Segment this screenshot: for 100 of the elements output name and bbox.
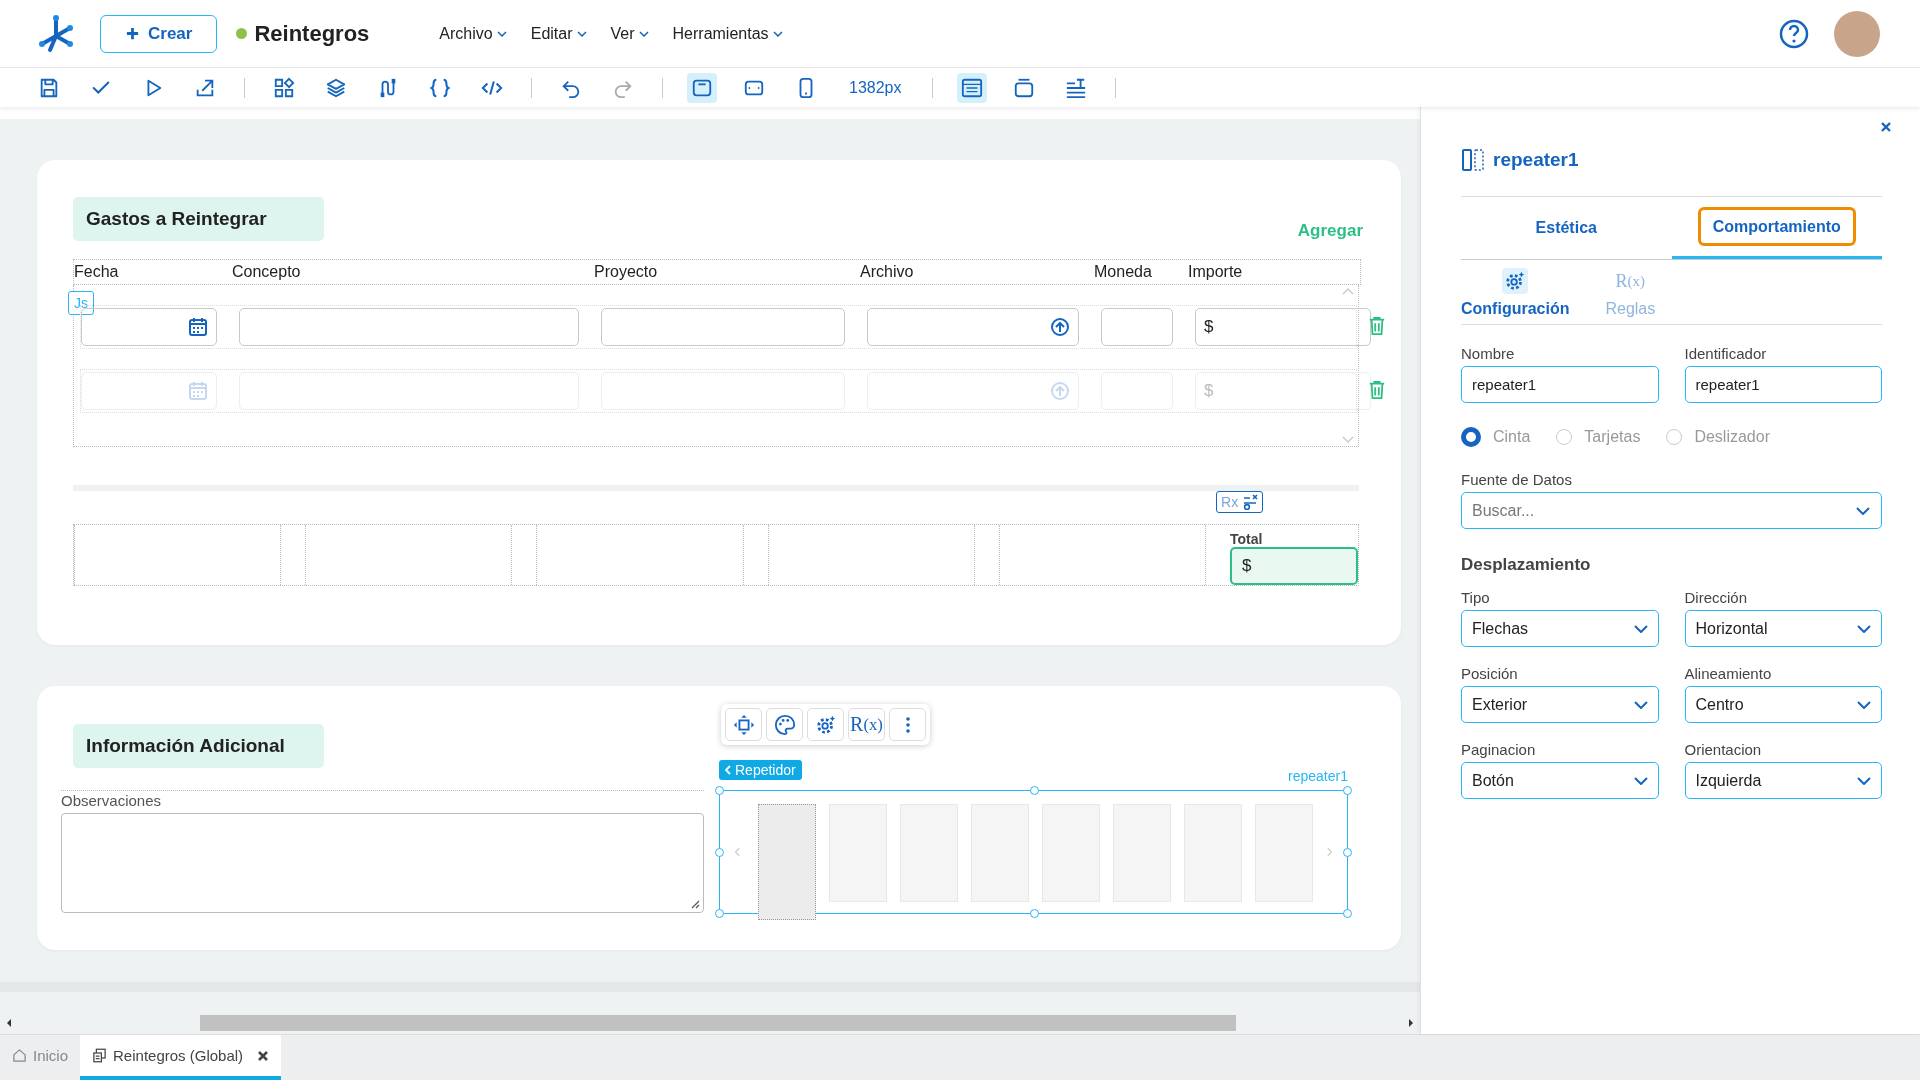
gear-icon [1502,268,1529,294]
help-icon[interactable] [1778,17,1810,50]
repeater-icon [1461,148,1485,172]
field-label: Dirección [1684,589,1749,606]
chevron-down-icon [772,30,783,37]
create-button[interactable]: Crear [100,14,218,53]
plus-icon [125,26,140,41]
move-arrows-icon [732,713,755,736]
field-label: Posición [1461,665,1519,682]
dropdown[interactable]: Flechas [1461,610,1659,647]
toolbar-button[interactable] [956,72,987,103]
column-header: Archivo [860,263,915,281]
scroll-right-icon[interactable] [1408,1018,1414,1028]
layers-icon [325,76,347,99]
chevron-left-icon[interactable] [734,846,740,858]
toolbar-button[interactable] [687,72,717,103]
tab[interactable]: Estética [1461,197,1672,259]
resize-handle[interactable] [715,909,724,918]
document-tab[interactable]: Reintegros (Global) [80,1035,282,1080]
document-tab[interactable]: Inicio [0,1035,81,1080]
menu-item[interactable]: Editar [530,24,587,43]
chevron-down-icon [638,30,649,37]
field-label: Orientacion [1684,741,1763,758]
dropdown[interactable]: Izquierda [1684,762,1882,799]
dropdown[interactable]: Centro [1684,686,1882,723]
chevron-down-icon [1633,624,1648,633]
toolbar-button[interactable] [889,708,926,741]
window-icon [1012,76,1035,99]
dropdown[interactable]: Horizontal [1684,610,1882,647]
field-label: Paginacion [1461,741,1537,758]
dropdown[interactable]: Exterior [1461,686,1659,723]
close-icon[interactable] [1880,121,1892,133]
resize-handle[interactable] [1029,786,1039,795]
layout-icon [960,76,983,99]
section-title: Gastos a Reintegrar [73,197,324,241]
column-header: Proyecto [594,263,659,281]
field-label: Fuente de Datos [1461,471,1573,488]
scroll-left-icon[interactable] [6,1018,12,1028]
chevron-up-icon[interactable] [1342,287,1354,295]
resize-handle[interactable] [1343,909,1352,918]
input-field[interactable]: $ [1195,308,1371,346]
input-field[interactable] [239,308,579,346]
chevron-down-icon [1633,776,1648,785]
field-label: Tipo [1461,589,1491,606]
trash-icon[interactable] [1368,316,1386,336]
menu-item[interactable]: Herramientas [672,24,783,43]
calendar-icon [188,317,208,337]
chevron-right-icon[interactable] [1327,846,1333,858]
input-field[interactable] [1101,308,1173,346]
input-field[interactable] [601,308,845,346]
gear-icon [814,713,837,736]
toolbar-button[interactable] [725,708,762,741]
repeater-card[interactable] [758,804,816,920]
field-label: Alineamiento [1684,665,1773,682]
app-title: Reintegros [254,20,370,47]
toolbar-button[interactable] [807,708,844,741]
resize-grip-icon[interactable] [690,899,700,909]
chevron-down-icon [1857,700,1871,709]
total-label: Total [1230,531,1264,547]
search-dropdown[interactable]: Buscar... [1461,492,1882,529]
chevron-down-icon [1857,776,1871,785]
close-icon[interactable] [257,1049,270,1062]
logo-icon[interactable] [36,13,76,54]
resize-handle[interactable] [1343,786,1352,795]
tab[interactable]: Comportamiento [1671,197,1882,259]
home-icon [12,1048,27,1063]
avatar[interactable] [1834,10,1880,57]
status-dot [236,28,248,39]
resize-handle[interactable] [1343,848,1352,857]
form-icon [92,1048,108,1063]
resize-handle[interactable] [715,786,724,795]
column-header: Importe [1188,263,1244,281]
upload-icon [1050,317,1070,337]
chevron-down-icon [496,30,507,37]
width-button[interactable]: 1382px [843,72,908,103]
repeater-name: repeater1 [1288,768,1348,784]
calendar-icon [188,381,208,401]
trash-icon[interactable] [1368,380,1386,400]
scrollbar-thumb[interactable] [200,1015,1236,1031]
field-label: Identificador [1684,345,1768,362]
panel-title: repeater1 [1493,149,1579,171]
menu-item[interactable]: Ver [610,24,649,43]
toolbar-button[interactable] [766,708,803,741]
field-label: Nombre [1461,345,1516,362]
total-field[interactable]: $ [1230,547,1358,585]
input-field[interactable] [867,308,1079,346]
dropdown[interactable]: Botón [1461,762,1659,799]
radio-button[interactable] [1461,427,1481,447]
chevron-down-icon [1633,700,1648,709]
text-field[interactable]: repeater1 [1684,366,1882,403]
resize-handle[interactable] [1029,909,1039,918]
chevron-down-icon[interactable] [1856,507,1870,515]
menu-item[interactable]: Archivo [439,24,507,43]
section-heading: Desplazamiento [1461,555,1592,575]
chevron-down-icon [576,30,587,37]
text-field[interactable]: repeater1 [1461,366,1659,403]
resize-handle[interactable] [715,848,724,857]
sub-tab[interactable]: Configuración [1461,268,1570,318]
input-field[interactable] [81,308,217,346]
chevron-left-icon [725,765,731,775]
